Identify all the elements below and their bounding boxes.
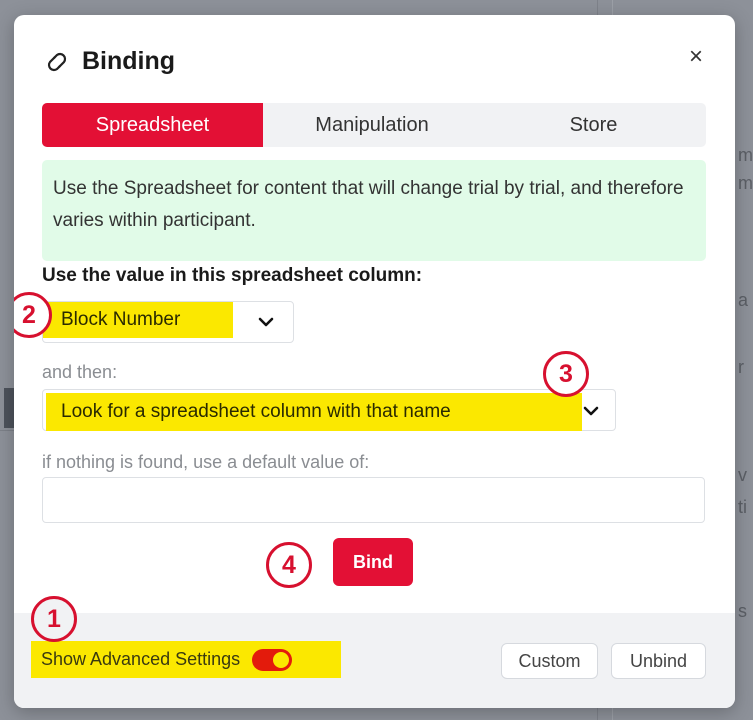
binding-dialog: Binding × Spreadsheet Manipulation Store… bbox=[14, 15, 735, 708]
column-select[interactable]: Block Number bbox=[42, 301, 294, 343]
background-text: m bbox=[738, 173, 753, 193]
then-label: and then: bbox=[42, 362, 118, 382]
column-select-value: Block Number bbox=[43, 302, 233, 338]
custom-button[interactable]: Custom bbox=[501, 643, 598, 679]
then-select[interactable]: Look for a spreadsheet column with that … bbox=[42, 389, 616, 431]
toggle-switch[interactable] bbox=[252, 648, 293, 671]
chevron-down-icon bbox=[583, 406, 599, 416]
annotation-marker: 1 bbox=[31, 596, 77, 642]
background-text: ti bbox=[738, 497, 747, 517]
close-icon[interactable]: × bbox=[689, 45, 703, 69]
background-element bbox=[4, 388, 14, 428]
tab-manipulation[interactable]: Manipulation bbox=[263, 103, 481, 147]
link-icon bbox=[47, 52, 67, 71]
background-text: r bbox=[738, 357, 744, 377]
background-text: m bbox=[738, 145, 753, 165]
default-value-input[interactable] bbox=[42, 477, 705, 523]
tab-spreadsheet[interactable]: Spreadsheet bbox=[42, 103, 263, 147]
background-text: s bbox=[738, 601, 747, 621]
binding-tabs: Spreadsheet Manipulation Store bbox=[42, 103, 706, 147]
annotation-marker: 4 bbox=[266, 542, 312, 588]
bind-button[interactable]: Bind bbox=[333, 538, 413, 586]
background-divider bbox=[0, 430, 14, 431]
background-text: a bbox=[738, 290, 749, 310]
default-label: if nothing is found, use a default value… bbox=[42, 452, 370, 472]
advanced-settings-toggle[interactable]: Show Advanced Settings bbox=[31, 641, 341, 678]
info-box: Use the Spreadsheet for content that wil… bbox=[42, 160, 706, 261]
annotation-marker: 3 bbox=[543, 351, 589, 397]
advanced-settings-label: Show Advanced Settings bbox=[41, 649, 241, 669]
then-select-value: Look for a spreadsheet column with that … bbox=[46, 393, 582, 431]
dialog-title: Binding bbox=[82, 47, 176, 75]
toggle-knob bbox=[273, 651, 290, 668]
background-text: v bbox=[738, 465, 747, 485]
unbind-button[interactable]: Unbind bbox=[611, 643, 706, 679]
dialog-header: Binding bbox=[42, 47, 175, 76]
chevron-down-icon bbox=[258, 317, 274, 327]
column-label: Use the value in this spreadsheet column… bbox=[42, 265, 423, 286]
tab-store[interactable]: Store bbox=[481, 103, 706, 147]
